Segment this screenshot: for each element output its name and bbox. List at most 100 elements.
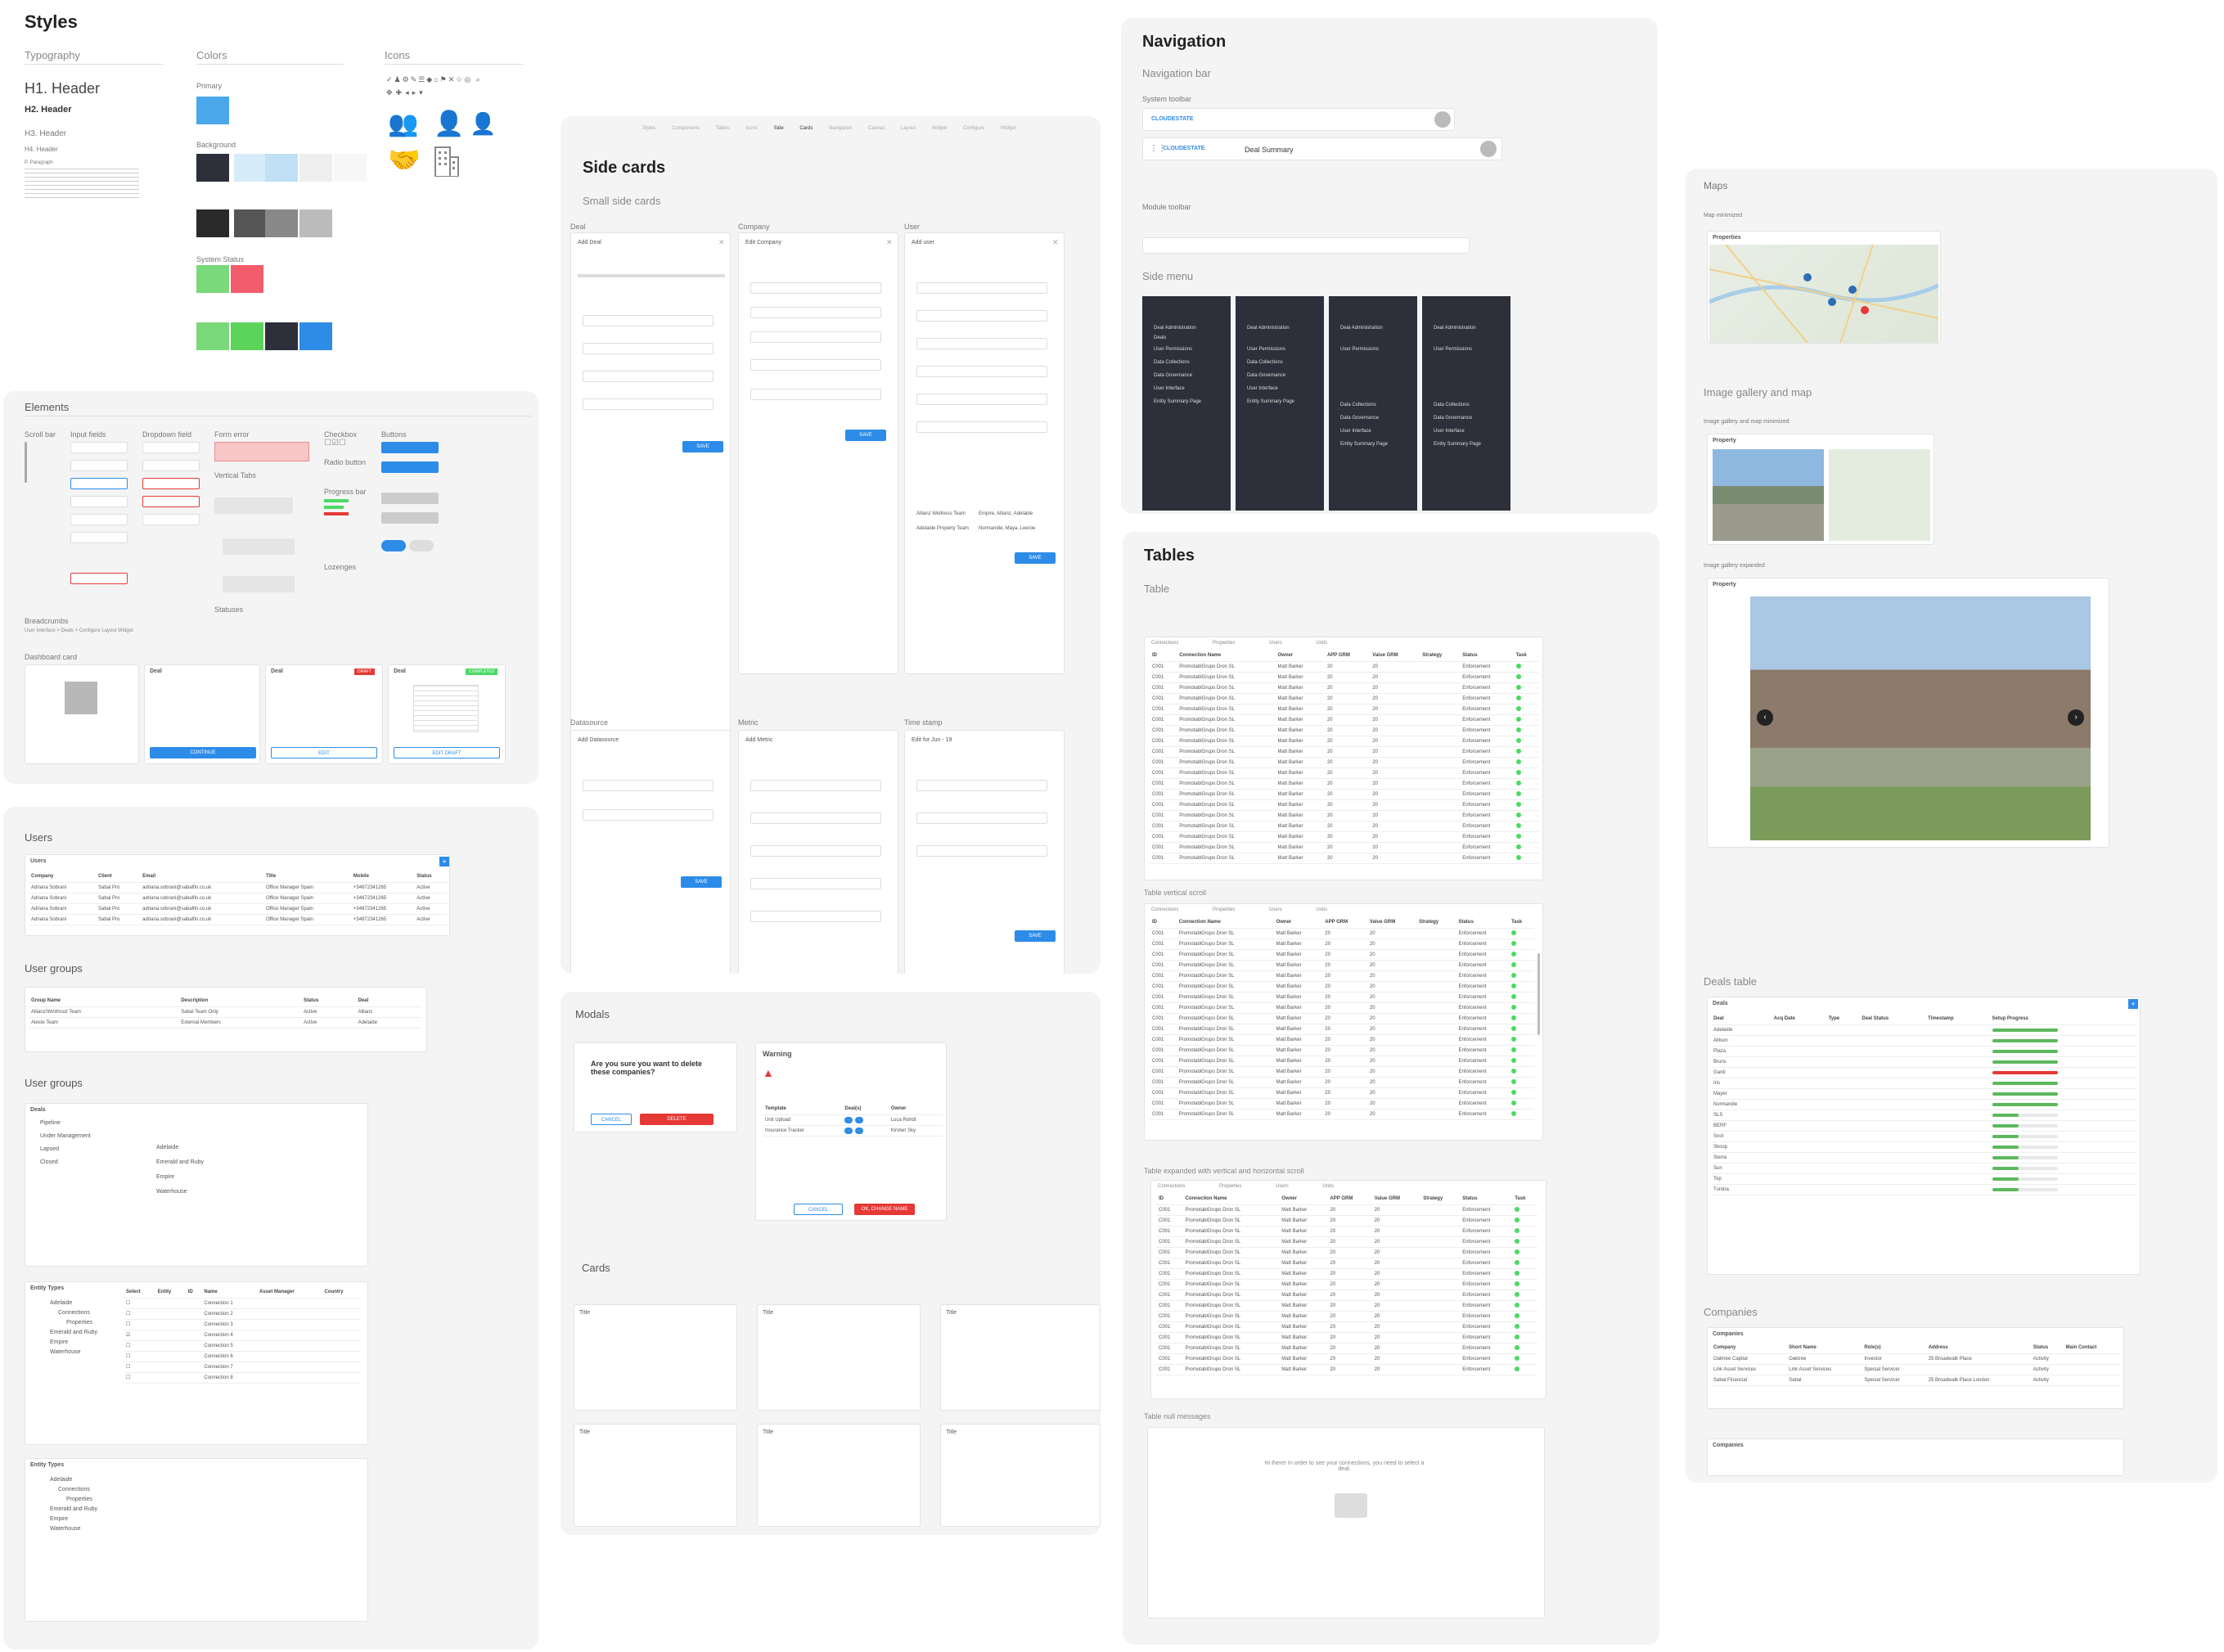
dashboard-card-deal[interactable]: Deal CONTINUE xyxy=(144,664,260,764)
table-row[interactable]: C001 PromotablGrupo Dron SL Matt Barker 20 2… xyxy=(1150,799,1539,811)
table-row[interactable]: C001 PromotablGrupo Dron SL Matt Barker 20 2… xyxy=(1150,661,1539,673)
table-row[interactable]: Skoop xyxy=(1711,1141,2136,1153)
table-row[interactable]: C001 PromotablGrupo Dron SL Matt Barker 20 2… xyxy=(1150,1056,1534,1067)
table-row[interactable]: C001 PromotablGrupo Dron SL Matt Barker 20 2… xyxy=(1150,1077,1534,1088)
avatar[interactable] xyxy=(1480,141,1497,157)
table-row[interactable]: C001 PromotablGrupo Dron SL Matt Barker 20 2… xyxy=(1150,1034,1534,1046)
cancel-button[interactable]: CANCEL xyxy=(591,1114,632,1125)
prev-arrow-icon[interactable]: ‹ xyxy=(1757,709,1773,726)
table-row[interactable]: C001 PromotablGrupo Dron SL Matt Barker 20 2… xyxy=(1150,1013,1534,1024)
table-row[interactable]: C001 PromotablGrupo Dron SL Matt Barker 20 2… xyxy=(1156,1226,1537,1237)
table-row[interactable]: C001 PromotablGrupo Dron SL Matt Barker 20 2… xyxy=(1150,682,1539,694)
table-row[interactable]: C001 PromotablGrupo Dron SL Matt Barker 20 2… xyxy=(1150,853,1539,864)
table-row[interactable]: C001 PromotablGrupo Dron SL Matt Barker 20 2… xyxy=(1150,970,1534,982)
confirm-button[interactable]: OK, CHANGE NAME xyxy=(854,1204,915,1215)
table-row[interactable]: C001 PromotablGrupo Dron SL Matt Barker 20 2… xyxy=(1150,1098,1534,1110)
table-row[interactable]: C001 PromotablGrupo Dron SL Matt Barker 20 2… xyxy=(1150,736,1539,747)
close-icon[interactable]: ✕ xyxy=(1052,238,1059,247)
table-row[interactable]: BERF xyxy=(1711,1120,2136,1132)
map-view[interactable] xyxy=(1709,244,1939,344)
table-row[interactable]: C001 PromotablGrupo Dron SL Matt Barker 20 2… xyxy=(1156,1215,1537,1227)
table-row[interactable]: Allison xyxy=(1711,1035,2136,1047)
table-row[interactable]: Top xyxy=(1711,1173,2136,1185)
input-sample-1[interactable] xyxy=(70,442,128,453)
table-row[interactable]: C001 PromotablGrupo Dron SL Matt Barker 20 2… xyxy=(1150,810,1539,821)
table-row[interactable]: ☐ Connection 2 xyxy=(124,1308,361,1320)
table-row[interactable]: ☐ Connection 6 xyxy=(124,1351,361,1362)
table-row[interactable]: Oaktree Capital Oaktree Investor 25 Broadwa… xyxy=(1711,1353,2120,1365)
table-row[interactable]: Sabal Financial Sabal Special Servicer 25 B… xyxy=(1711,1375,2120,1386)
add-deal-button[interactable]: + xyxy=(2128,999,2138,1009)
table-row[interactable]: C001 PromotablGrupo Dron SL Matt Barker 20 2… xyxy=(1156,1300,1537,1312)
table-row[interactable]: Plaza xyxy=(1711,1046,2136,1057)
table-row[interactable]: Normandie xyxy=(1711,1099,2136,1110)
table-row[interactable]: Adelaide xyxy=(1711,1024,2136,1036)
table-row[interactable]: C001 PromotablGrupo Dron SL Matt Barker 20 2… xyxy=(1156,1311,1537,1322)
table-row[interactable]: C001 PromotablGrupo Dron SL Matt Barker 20 2… xyxy=(1150,939,1534,950)
table-row[interactable]: Adriana Sobrani Sabal Pro adriana.sobrani@… xyxy=(29,882,448,894)
table-row[interactable]: C001 PromotablGrupo Dron SL Matt Barker 20 2… xyxy=(1156,1290,1537,1301)
input-error[interactable] xyxy=(70,573,128,584)
table-row[interactable]: Link Asset Services Link Asset Services Sp… xyxy=(1711,1364,2120,1375)
delete-button[interactable]: DELETE xyxy=(640,1114,714,1125)
table-row[interactable]: Adriana Sobrani Sabal Pro adriana.sobrani@… xyxy=(29,893,448,904)
next-arrow-icon[interactable]: › xyxy=(2068,709,2084,726)
table-row[interactable]: Gardi xyxy=(1711,1067,2136,1078)
table-row[interactable]: C001 PromotablGrupo Dron SL Matt Barker 20 2… xyxy=(1156,1353,1537,1365)
card-1[interactable]: Title xyxy=(574,1304,737,1411)
dropdown-sample[interactable] xyxy=(142,442,200,453)
brand-logo[interactable]: CLOUDESTATE xyxy=(1151,116,1193,122)
table-row[interactable]: C001 PromotablGrupo Dron SL Matt Barker 20 2… xyxy=(1150,992,1534,1003)
table-row[interactable]: C001 PromotablGrupo Dron SL Matt Barker 20 2… xyxy=(1150,928,1534,939)
table-row[interactable]: C001 PromotablGrupo Dron SL Matt Barker 20 2… xyxy=(1150,714,1539,726)
table-row[interactable]: Bruns xyxy=(1711,1056,2136,1068)
edit-button[interactable]: EDIT xyxy=(271,747,377,758)
table-row[interactable]: ☐ Connection 8 xyxy=(124,1372,361,1384)
button-primary[interactable] xyxy=(381,442,439,453)
toggle-off[interactable] xyxy=(409,540,434,551)
table-row[interactable]: C001 PromotablGrupo Dron SL Matt Barker 20 2… xyxy=(1156,1258,1537,1269)
table-row[interactable]: C001 PromotablGrupo Dron SL Matt Barker 20 2… xyxy=(1156,1364,1537,1375)
table-row[interactable]: C001 PromotablGrupo Dron SL Matt Barker 20 2… xyxy=(1150,949,1534,961)
table-row[interactable]: Sun xyxy=(1711,1163,2136,1174)
table-row[interactable]: C001 PromotablGrupo Dron SL Matt Barker 20 2… xyxy=(1150,1066,1534,1078)
table-row[interactable]: C001 PromotablGrupo Dron SL Matt Barker 20 2… xyxy=(1156,1321,1537,1333)
table-row[interactable]: C001 PromotablGrupo Dron SL Matt Barker 20 2… xyxy=(1156,1343,1537,1354)
table-row[interactable]: C001 PromotablGrupo Dron SL Matt Barker 20 2… xyxy=(1150,1045,1534,1056)
table-row[interactable]: Sierra xyxy=(1711,1152,2136,1164)
save-button[interactable]: SAVE xyxy=(682,441,723,452)
table-row[interactable]: C001 PromotablGrupo Dron SL Matt Barker 20 2… xyxy=(1150,1002,1534,1014)
save-button[interactable]: SAVE xyxy=(845,430,886,441)
table-row[interactable]: C001 PromotablGrupo Dron SL Matt Barker 20 2… xyxy=(1150,746,1539,758)
table-tabs[interactable]: Connections Properties Users Units xyxy=(1151,641,1327,646)
continue-button[interactable]: CONTINUE xyxy=(150,747,256,758)
table-row[interactable]: Adriana Sobrani Sabal Pro adriana.sobrani@… xyxy=(29,914,448,925)
table-row[interactable]: C001 PromotablGrupo Dron SL Matt Barker 20 2… xyxy=(1156,1204,1537,1216)
table-row[interactable]: Tundra xyxy=(1711,1184,2136,1195)
toggle-on[interactable] xyxy=(381,540,406,551)
table-row[interactable]: C001 PromotablGrupo Dron SL Matt Barker 20 2… xyxy=(1150,672,1539,683)
save-button[interactable]: SAVE xyxy=(1015,552,1056,564)
scrollbar-sample[interactable] xyxy=(25,442,27,483)
table-row[interactable]: C001 PromotablGrupo Dron SL Matt Barker 20 2… xyxy=(1150,778,1539,790)
table-row[interactable]: C001 PromotablGrupo Dron SL Matt Barker 20 2… xyxy=(1150,1024,1534,1035)
table-row[interactable]: Allianz/Winthrust Team Sabal Team Only Act… xyxy=(29,1006,421,1018)
card-6[interactable]: Title xyxy=(940,1424,1101,1527)
table-row[interactable]: ☑ Connection 4 xyxy=(124,1330,361,1341)
table-row[interactable]: C001 PromotablGrupo Dron SL Matt Barker 20 2… xyxy=(1150,757,1539,768)
table-row[interactable]: Snol xyxy=(1711,1131,2136,1142)
table-row[interactable]: SLS xyxy=(1711,1110,2136,1121)
table-row[interactable]: ☐ Connection 7 xyxy=(124,1362,361,1373)
table-row[interactable]: C001 PromotablGrupo Dron SL Matt Barker 20 2… xyxy=(1150,1109,1534,1120)
table-row[interactable]: C001 PromotablGrupo Dron SL Matt Barker 20 2… xyxy=(1156,1268,1537,1280)
table-row[interactable]: C001 PromotablGrupo Dron SL Matt Barker 20 2… xyxy=(1150,693,1539,704)
table-row[interactable]: C001 PromotablGrupo Dron SL Matt Barker 20 2… xyxy=(1150,725,1539,736)
table-row[interactable]: C001 PromotablGrupo Dron SL Matt Barker 20 2… xyxy=(1150,842,1539,853)
table-row[interactable]: ☐ Connection 5 xyxy=(124,1340,361,1352)
property-photo-large[interactable] xyxy=(1750,596,2091,840)
top-tabs[interactable]: Styles Components Tables Icons Side Card… xyxy=(642,126,1015,131)
table-row[interactable]: Adriana Sobrani Sabal Pro adriana.sobrani@… xyxy=(29,903,448,915)
dashboard-card-completed[interactable]: Deal COMPLETED EDIT DRAFT xyxy=(388,664,506,764)
edit-draft-button[interactable]: EDIT DRAFT xyxy=(394,747,500,758)
table-row[interactable]: C001 PromotablGrupo Dron SL Matt Barker 20 2… xyxy=(1156,1247,1537,1258)
